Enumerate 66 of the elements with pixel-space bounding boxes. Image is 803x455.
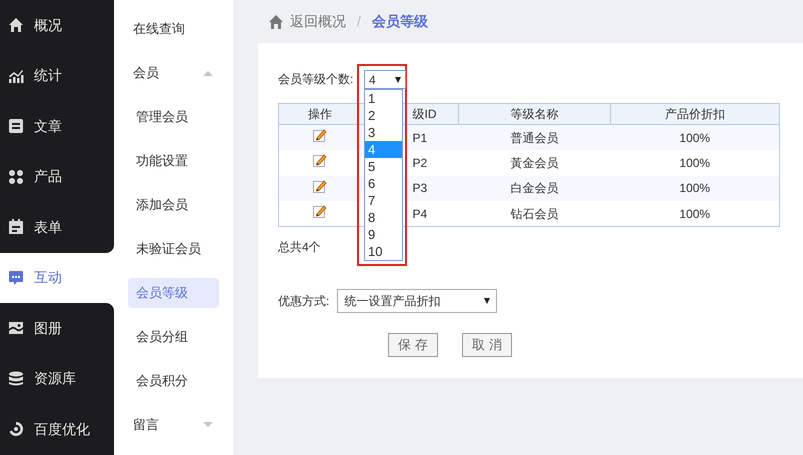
submenu-item[interactable]: 功能设置: [128, 146, 219, 176]
edit-icon[interactable]: [312, 204, 327, 218]
table-cell: 100%: [610, 201, 780, 226]
edit-icon[interactable]: [312, 128, 327, 142]
total-count: 总共4个: [278, 239, 321, 256]
sidebar-item[interactable]: 图册: [0, 303, 114, 354]
dropdown-option[interactable]: 2: [365, 107, 402, 124]
edit-icon[interactable]: [312, 153, 327, 168]
level-id: P4: [412, 206, 428, 220]
sidebar-item[interactable]: 资源库: [0, 354, 114, 404]
table-cell: 普通会员: [458, 124, 610, 150]
dropdown-option[interactable]: 3: [365, 124, 402, 141]
level-count-select[interactable]: 4: [364, 70, 406, 89]
dropdown-option[interactable]: 8: [365, 209, 402, 226]
caret-icon: [203, 70, 213, 76]
home-icon: [268, 14, 284, 30]
document-icon: [8, 118, 24, 134]
calendar-icon: [8, 219, 24, 236]
breadcrumb-separator: /: [356, 12, 362, 31]
sidebar-item[interactable]: 概况: [0, 0, 114, 50]
sidebar-item[interactable]: 产品: [0, 152, 114, 202]
level-id: P3: [412, 181, 428, 196]
level-id: P2: [412, 156, 428, 170]
dropdown-option[interactable]: 10: [365, 243, 402, 260]
cancel-button[interactable]: 取 消: [462, 333, 512, 357]
discount-select[interactable]: 统一设置产品折扣: [337, 289, 498, 313]
sidebar-item[interactable]: 文章: [0, 101, 114, 152]
save-button[interactable]: 保 存: [388, 333, 438, 357]
submenu-group[interactable]: 留言: [128, 403, 219, 447]
table-cell: 钻石会员: [458, 201, 610, 226]
chart-icon: [8, 68, 24, 84]
submenu-item[interactable]: 未验证会员: [128, 234, 219, 264]
submenu-item[interactable]: 在线查询: [128, 7, 219, 51]
table-cell: 100%: [610, 176, 780, 201]
dropdown-option[interactable]: 5: [365, 158, 402, 175]
sidebar-item[interactable]: 统计: [0, 50, 114, 101]
sidebar-item[interactable]: 百度优化: [0, 404, 114, 454]
ring-icon: [8, 421, 24, 438]
image-icon: [8, 320, 24, 336]
dropdown-option[interactable]: 6: [365, 175, 402, 192]
submenu-item[interactable]: 会员分组: [128, 322, 219, 352]
dropdown-option[interactable]: 9: [365, 226, 402, 243]
caret-icon: [203, 422, 213, 428]
table-cell: 黃金会员: [458, 150, 610, 176]
chat-icon: [8, 270, 24, 286]
submenu-item[interactable]: 会员等级: [128, 278, 219, 308]
grid-icon: [8, 168, 24, 185]
submenu-item[interactable]: 会员积分: [128, 366, 219, 396]
back-link[interactable]: 返回概况: [268, 11, 346, 32]
submenu-group[interactable]: 会员: [128, 51, 219, 95]
field-label: 优惠方式:: [278, 293, 330, 310]
caret-icon: [484, 298, 490, 304]
table-cell: 白金会员: [458, 176, 610, 201]
sidebar-item[interactable]: 表单: [0, 202, 114, 252]
table-cell: 100%: [610, 150, 780, 176]
table-cell: 100%: [610, 124, 780, 150]
caret-icon: [395, 76, 401, 82]
dropdown-option[interactable]: 7: [365, 192, 402, 209]
home-icon: [8, 17, 24, 34]
edit-icon[interactable]: [312, 178, 327, 193]
level-id: P1: [412, 130, 428, 144]
field-label: 会员等级个数:: [278, 70, 354, 88]
submenu-item[interactable]: 管理会员: [128, 102, 219, 132]
database-icon: [8, 370, 24, 387]
submenu-item[interactable]: 添加会员: [128, 190, 219, 220]
breadcrumb-current: 会员等级: [372, 12, 428, 31]
